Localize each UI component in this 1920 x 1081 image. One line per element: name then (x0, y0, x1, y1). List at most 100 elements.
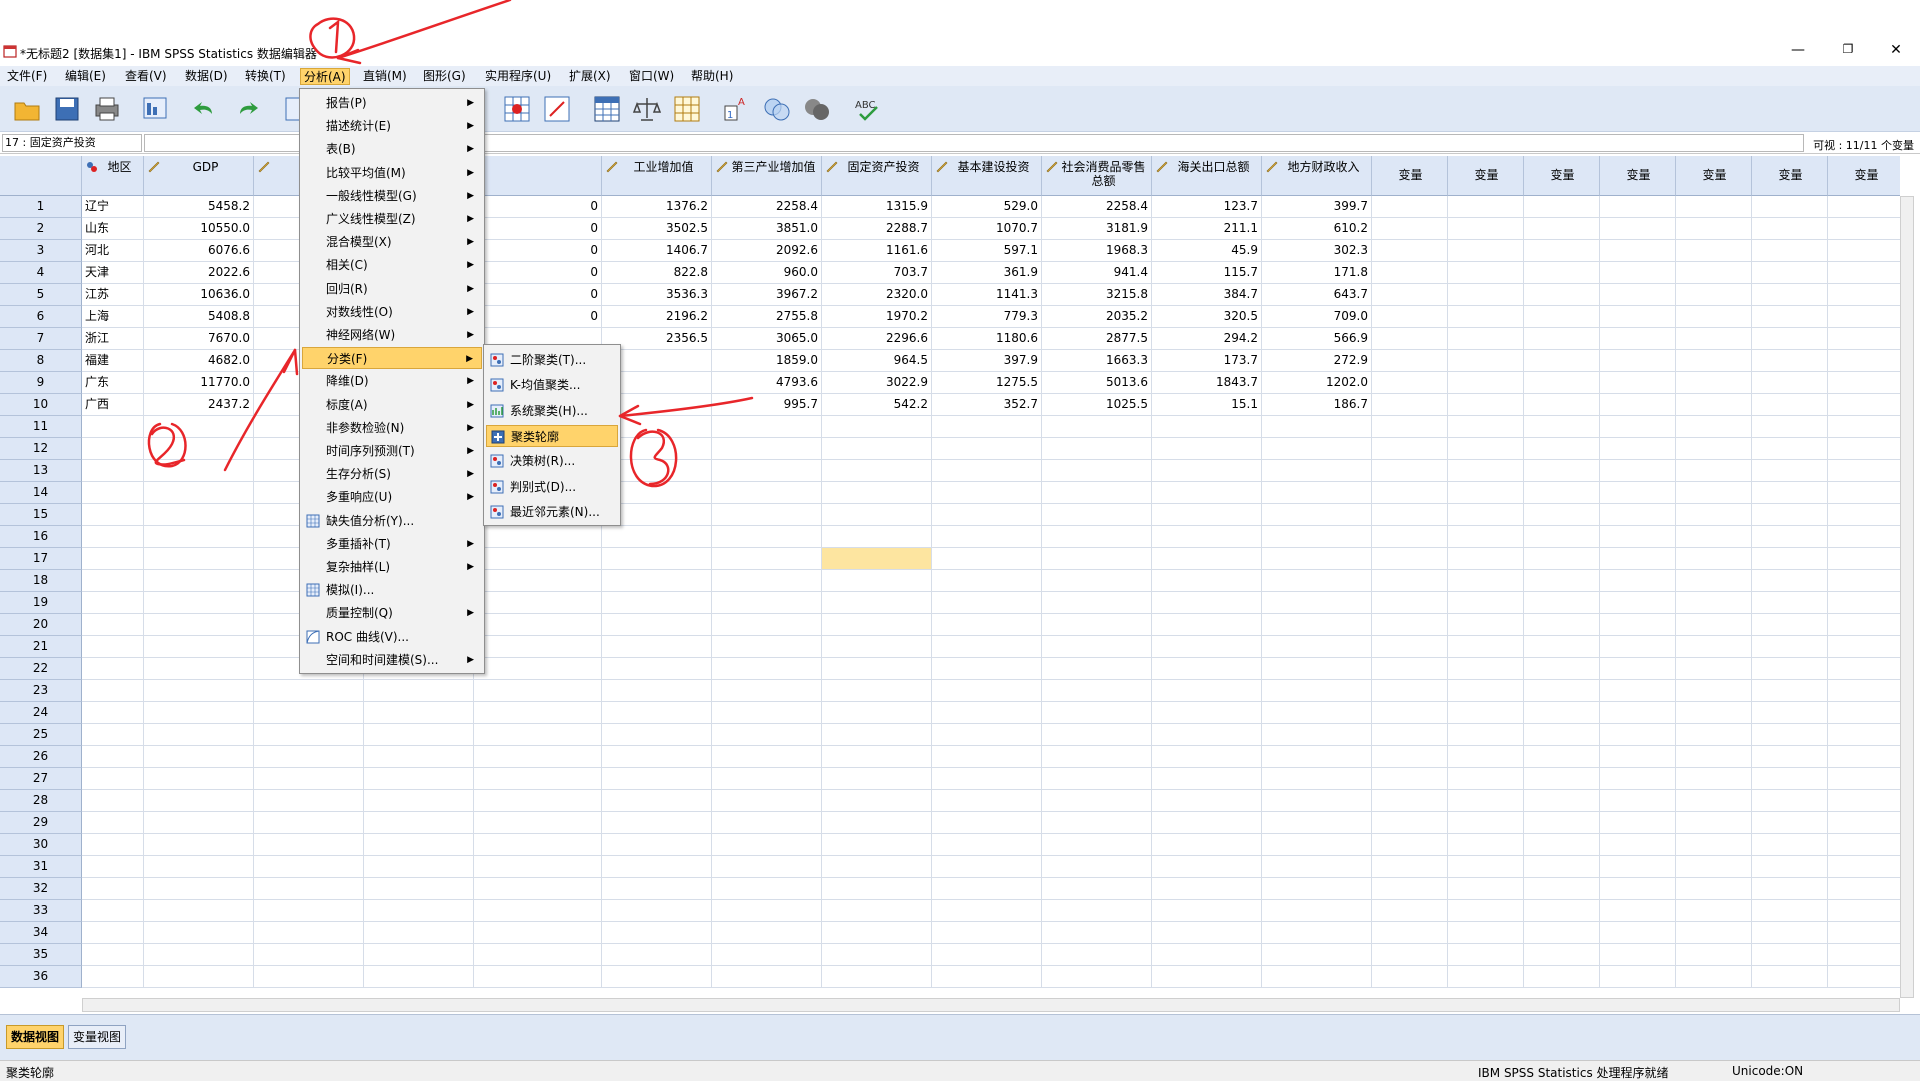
row-number[interactable]: 6 (0, 306, 82, 328)
grid-cell[interactable] (822, 878, 932, 900)
grid-cell[interactable] (1676, 614, 1752, 636)
grid-cell[interactable] (932, 570, 1042, 592)
grid-cell[interactable] (254, 702, 364, 724)
row-number[interactable]: 10 (0, 394, 82, 416)
grid-cell[interactable] (1752, 416, 1828, 438)
column-header[interactable]: 社会消费品零售总额 (1042, 156, 1152, 196)
grid-cell[interactable] (1262, 614, 1372, 636)
grid-cell[interactable] (144, 526, 254, 548)
grid-cell[interactable] (1676, 746, 1752, 768)
grid-cell[interactable] (474, 856, 602, 878)
analyze-menu-item[interactable]: 相关(C) ▶ (302, 254, 482, 276)
grid-cell[interactable]: 1663.3 (1042, 350, 1152, 372)
grid-cell[interactable] (1152, 636, 1262, 658)
grid-cell[interactable] (932, 790, 1042, 812)
grid-cell[interactable] (82, 746, 144, 768)
grid-cell[interactable] (822, 504, 932, 526)
grid-cell[interactable] (1600, 548, 1676, 570)
grid-cell[interactable]: 11770.0 (144, 372, 254, 394)
grid-cell[interactable] (1676, 328, 1752, 350)
grid-cell[interactable] (602, 790, 712, 812)
grid-cell[interactable] (822, 812, 932, 834)
grid-cell[interactable] (1524, 768, 1600, 790)
grid-cell[interactable] (1042, 592, 1152, 614)
grid-cell[interactable] (932, 482, 1042, 504)
grid-cell[interactable] (1600, 240, 1676, 262)
grid-cell[interactable] (1152, 460, 1262, 482)
grid-cell[interactable] (144, 878, 254, 900)
grid-cell[interactable] (1524, 702, 1600, 724)
grid-cell[interactable]: 河北 (82, 240, 144, 262)
grid-cell[interactable] (82, 482, 144, 504)
grid-cell[interactable]: 995.7 (712, 394, 822, 416)
grid-cell[interactable]: 941.4 (1042, 262, 1152, 284)
grid-cell[interactable] (1372, 548, 1448, 570)
grid-cell[interactable] (1828, 966, 1900, 988)
analyze-menu-item[interactable]: 报告(P) ▶ (302, 92, 482, 114)
grid-cell[interactable] (1524, 680, 1600, 702)
grid-cell[interactable] (1372, 416, 1448, 438)
grid-cell[interactable]: 123.7 (1152, 196, 1262, 218)
grid-cell[interactable] (82, 856, 144, 878)
grid-cell[interactable]: 江苏 (82, 284, 144, 306)
grid-cell[interactable] (1042, 658, 1152, 680)
grid-cell[interactable] (474, 768, 602, 790)
grid-cell[interactable] (144, 636, 254, 658)
grid-cell[interactable] (932, 702, 1042, 724)
grid-cell[interactable] (1262, 790, 1372, 812)
grid-cell[interactable]: 1025.5 (1042, 394, 1152, 416)
grid-cell[interactable] (822, 658, 932, 680)
grid-cell[interactable] (1372, 900, 1448, 922)
analyze-menu-item[interactable]: 描述统计(E) ▶ (302, 115, 482, 137)
classify-menu-item[interactable]: 系统聚类(H)... (486, 400, 618, 422)
grid-cell[interactable] (1828, 460, 1900, 482)
grid-cell[interactable] (1042, 812, 1152, 834)
grid-cell[interactable] (1262, 482, 1372, 504)
classify-menu-item[interactable]: 聚类轮廓 (486, 424, 618, 447)
grid-cell[interactable] (712, 746, 822, 768)
row-number[interactable]: 30 (0, 834, 82, 856)
grid-cell[interactable] (1676, 768, 1752, 790)
grid-cell[interactable] (1372, 350, 1448, 372)
grid-cell[interactable] (1372, 790, 1448, 812)
grid-cell[interactable] (1600, 768, 1676, 790)
grid-cell[interactable] (1828, 394, 1900, 416)
grid-cell[interactable] (1828, 482, 1900, 504)
grid-cell[interactable] (712, 658, 822, 680)
grid-cell[interactable] (1372, 262, 1448, 284)
grid-cell[interactable]: 3967.2 (712, 284, 822, 306)
grid-cell[interactable] (144, 724, 254, 746)
grid-cell[interactable] (1524, 812, 1600, 834)
grid-cell[interactable] (82, 680, 144, 702)
column-header[interactable]: 海关出口总额 (1152, 156, 1262, 196)
row-number[interactable]: 22 (0, 658, 82, 680)
grid-cell[interactable] (144, 658, 254, 680)
grid-cell[interactable] (1372, 306, 1448, 328)
menu-direct-marketing[interactable]: 直销(M) (360, 68, 410, 85)
grid-cell[interactable] (1152, 834, 1262, 856)
grid-cell[interactable] (1448, 900, 1524, 922)
grid-cell[interactable] (1372, 394, 1448, 416)
analyze-menu-item[interactable]: 混合模型(X) ▶ (302, 231, 482, 253)
grid-cell[interactable] (1524, 416, 1600, 438)
grid-cell[interactable] (932, 834, 1042, 856)
grid-cell[interactable] (1752, 878, 1828, 900)
grid-cell[interactable] (1676, 812, 1752, 834)
grid-cell[interactable] (932, 658, 1042, 680)
grid-cell[interactable] (1042, 944, 1152, 966)
grid-cell[interactable] (932, 438, 1042, 460)
grid-cell[interactable] (1152, 878, 1262, 900)
grid-cell[interactable]: 399.7 (1262, 196, 1372, 218)
grid-cell[interactable] (1042, 966, 1152, 988)
grid-cell[interactable] (82, 592, 144, 614)
grid-cell[interactable] (1152, 966, 1262, 988)
grid-cell[interactable] (1262, 680, 1372, 702)
classify-menu-item[interactable]: 判别式(D)... (486, 476, 618, 498)
data-grid-icon[interactable] (592, 94, 622, 124)
grid-cell[interactable] (1828, 526, 1900, 548)
grid-cell[interactable] (1600, 724, 1676, 746)
grid-cell[interactable] (1448, 966, 1524, 988)
grid-cell[interactable]: 1315.9 (822, 196, 932, 218)
grid-cell[interactable] (474, 900, 602, 922)
grid-cell[interactable] (474, 922, 602, 944)
